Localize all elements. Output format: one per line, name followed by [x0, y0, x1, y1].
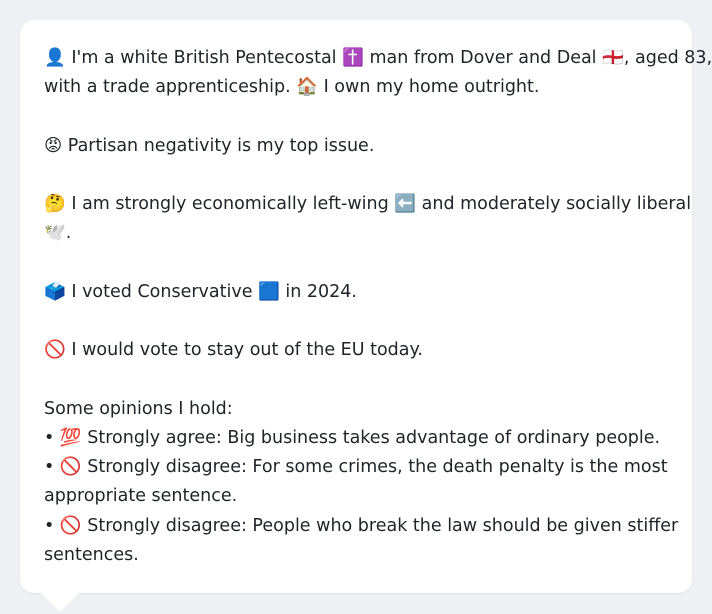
identity-text-continued: with a trade apprenticeship. 🏠 I own my … [44, 77, 540, 97]
opinion-item: • 💯 Strongly agree: Big business takes a… [44, 428, 661, 448]
message-bubble: 👤 I'm a white British Pentecostal ✝️ man… [20, 20, 712, 593]
opinion-item-continued: appropriate sentence. [44, 486, 238, 506]
eu-vote-text: 🚫 I would vote to stay out of the EU tod… [44, 340, 423, 360]
ideology-text: 🤔 I am strongly economically left-wing ⬅… [44, 194, 692, 214]
ideology-text-continued: 🕊️. [44, 223, 72, 243]
opinion-item: • 🚫 Strongly disagree: People who break … [44, 516, 679, 536]
vote-2024-text: 🗳️ I voted Conservative 🟦 in 2024. [44, 282, 357, 302]
identity-text: 👤 I'm a white British Pentecostal ✝️ man… [44, 48, 712, 68]
top-issue-text: 😡 Partisan negativity is my top issue. [44, 136, 375, 156]
bubble-tail [40, 592, 80, 612]
opinion-item-continued: sentences. [44, 545, 139, 565]
opinions-heading: Some opinions I hold: [44, 399, 233, 419]
opinion-item: • 🚫 Strongly disagree: For some crimes, … [44, 457, 668, 477]
